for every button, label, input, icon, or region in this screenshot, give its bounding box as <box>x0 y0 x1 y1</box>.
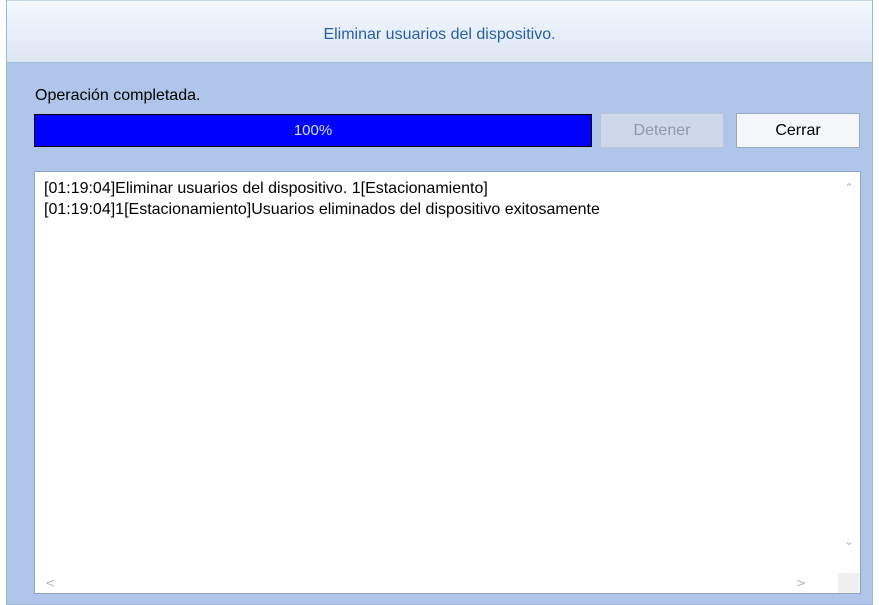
log-box[interactable]: [01:19:04]Eliminar usuarios del disposit… <box>34 171 861 594</box>
chevron-down-icon[interactable]: ⌄ <box>844 534 854 548</box>
chevron-up-icon[interactable]: ⌃ <box>844 181 854 195</box>
log-line: [01:19:04]1[Estacionamiento]Usuarios eli… <box>44 201 600 218</box>
chevron-right-icon[interactable]: > <box>796 576 806 590</box>
vertical-scrollbar[interactable]: ⌃ ⌄ <box>838 172 860 573</box>
close-button[interactable]: Cerrar <box>736 113 860 148</box>
log-line: [01:19:04]Eliminar usuarios del disposit… <box>44 180 488 197</box>
scroll-corner <box>838 573 860 593</box>
chevron-left-icon[interactable]: < <box>45 576 55 590</box>
progress-label: 100% <box>293 122 333 139</box>
stop-button[interactable]: Detener <box>600 113 724 148</box>
log-content: [01:19:04]Eliminar usuarios del disposit… <box>44 178 836 573</box>
status-text: Operación completada. <box>35 87 201 104</box>
horizontal-scrollbar[interactable]: < > <box>35 573 838 593</box>
progress-bar: 100% <box>34 114 592 147</box>
title-bar[interactable]: Eliminar usuarios del dispositivo. <box>7 0 872 63</box>
dialog-title: Eliminar usuarios del dispositivo. <box>323 25 556 43</box>
dialog-window: Eliminar usuarios del dispositivo. Opera… <box>6 0 873 605</box>
